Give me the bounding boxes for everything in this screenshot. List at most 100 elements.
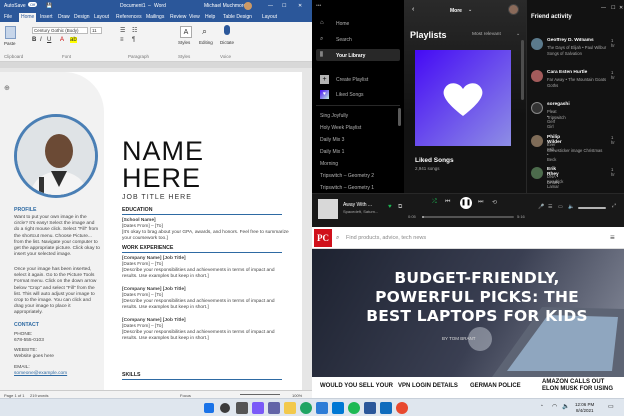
microphone-icon[interactable] — [224, 25, 230, 35]
fullscreen-icon[interactable]: ⤢ — [612, 203, 616, 209]
repeat-icon[interactable]: ⟲ — [492, 199, 497, 206]
friend-name[interactable]: Geoffrey D. Williams — [547, 38, 607, 43]
close-icon[interactable]: ✕ — [298, 3, 302, 9]
next-icon[interactable]: ⏭ — [478, 199, 483, 206]
maximize-icon[interactable]: ☐ — [611, 5, 615, 11]
tab-mailings[interactable]: Mailings — [146, 14, 164, 20]
volume-slider[interactable] — [578, 207, 606, 209]
friend-name[interactable]: Cara Esten Hurtle — [547, 70, 587, 75]
task-view-icon[interactable] — [236, 402, 248, 414]
numbering-icon[interactable]: ☷ — [132, 27, 137, 34]
zoom-slider[interactable] — [240, 394, 280, 395]
playlist-item[interactable]: Holy Week Playlist — [320, 125, 361, 131]
queue-icon[interactable]: ☰ — [548, 204, 552, 210]
tab-table-layout[interactable]: Layout — [262, 14, 277, 20]
underline-button[interactable]: U — [47, 37, 51, 43]
file-explorer-icon[interactable] — [284, 402, 296, 414]
font-name-select[interactable]: Century Gothic (Body) — [32, 27, 88, 34]
previous-icon[interactable]: ⏮ — [445, 199, 450, 206]
wifi-icon[interactable]: ◠ — [552, 403, 557, 410]
liked-songs-link[interactable]: Liked Songs — [336, 92, 364, 98]
tab-view[interactable]: View — [189, 14, 200, 20]
liked-songs-card[interactable] — [415, 50, 511, 146]
tab-layout[interactable]: Layout — [94, 14, 109, 20]
bullets-icon[interactable]: ☰ — [120, 27, 125, 34]
article-byline[interactable]: BY TOM BRANT — [442, 336, 476, 341]
styles-icon[interactable]: A — [180, 26, 192, 38]
tab-table-design[interactable]: Table Design — [223, 14, 252, 20]
tab-review[interactable]: Review — [170, 14, 186, 20]
shuffle-icon[interactable]: ⤮ — [432, 199, 437, 206]
search-icon[interactable] — [220, 403, 230, 413]
tab-references[interactable]: References — [116, 14, 142, 20]
search-icon[interactable]: ⌕ — [320, 36, 323, 43]
lyrics-icon[interactable]: 🎤 — [538, 204, 544, 210]
teaser-link[interactable]: GERMAN POLICE — [470, 383, 521, 389]
playlist-item[interactable]: Tripswitch – Geometry 1 — [320, 185, 374, 191]
align-icon[interactable]: ≡ — [120, 37, 124, 43]
minimize-icon[interactable]: — — [601, 5, 606, 11]
nav-home[interactable]: Home — [336, 21, 349, 27]
playlist-item[interactable]: Tripswitch – Geometry 2 — [320, 173, 374, 179]
font-size-select[interactable]: 11 — [90, 27, 102, 34]
search-icon[interactable]: ⌕ — [336, 235, 339, 242]
chevron-down-icon[interactable]: ⌄ — [468, 7, 472, 13]
track-artist[interactable]: Spacedeft, Saturn... — [343, 209, 378, 214]
progress-track[interactable] — [422, 216, 514, 218]
friend-source[interactable]: DAMN. — [547, 180, 561, 185]
search-icon[interactable]: ⌕ — [202, 26, 207, 37]
styles-button[interactable]: Styles — [178, 40, 190, 45]
user-avatar[interactable] — [244, 2, 252, 10]
friend-track[interactable]: The Days of Elijah • Paul Wilbur — [547, 45, 606, 50]
friend-source[interactable]: Tripswitch — [547, 115, 566, 120]
tab-help[interactable]: Help — [205, 14, 215, 20]
table-move-handle-icon[interactable]: ⊕ — [4, 84, 10, 92]
widgets-icon[interactable] — [252, 402, 264, 414]
friend-track[interactable]: Far Away • The Mountain Goats — [547, 77, 606, 82]
pcmag-logo[interactable]: PC — [314, 229, 332, 247]
track-title[interactable]: Away With ... — [343, 202, 372, 208]
chevron-up-icon[interactable]: ⌃ — [540, 404, 544, 410]
tab-insert[interactable]: Insert — [40, 14, 53, 20]
album-art[interactable] — [318, 199, 338, 219]
word-icon[interactable] — [364, 402, 376, 414]
edge-icon[interactable] — [300, 402, 312, 414]
sidebar-scrollbar[interactable] — [398, 108, 401, 126]
save-icon[interactable]: 💾 — [46, 3, 52, 9]
autosave-toggle[interactable]: Off — [28, 2, 38, 7]
playlist-item[interactable]: Daily Mix 3 — [320, 137, 344, 143]
tab-home[interactable]: Home — [19, 13, 37, 22]
library-icon[interactable]: ⫼ — [320, 52, 323, 59]
clock-time[interactable]: 12:06 PM — [575, 402, 594, 407]
nav-search[interactable]: Search — [336, 37, 352, 43]
start-icon[interactable] — [204, 403, 214, 413]
heart-icon[interactable]: ♥ — [320, 90, 329, 99]
spotify-icon[interactable] — [348, 402, 360, 414]
playlist-item[interactable]: Sing Joyfully — [320, 113, 348, 119]
menu-dots-icon[interactable]: ••• — [316, 3, 321, 9]
playlist-item[interactable]: Morning — [320, 161, 338, 167]
friend-source[interactable]: Goths — [547, 83, 558, 88]
teaser-link[interactable]: VPN LOGIN DETAILS — [398, 383, 458, 389]
bold-button[interactable]: B — [32, 37, 36, 43]
devices-icon[interactable]: ▭ — [558, 204, 563, 210]
create-playlist-button[interactable]: Create Playlist — [336, 77, 368, 83]
teaser-link[interactable]: AMAZON CALLS OUT ELON MUSK FOR USING — [542, 379, 622, 393]
user-avatar[interactable] — [508, 4, 519, 15]
plus-icon[interactable]: + — [320, 75, 329, 84]
email-link[interactable]: someone@example.com — [14, 371, 67, 377]
friend-name[interactable]: soregashi — [547, 102, 570, 107]
paragraph-mark-icon[interactable]: ¶ — [132, 37, 135, 43]
paste-icon[interactable] — [5, 26, 16, 39]
volume-icon[interactable]: 🔈 — [562, 403, 569, 410]
home-icon[interactable]: ⌂ — [320, 20, 324, 26]
italic-button[interactable]: I — [40, 37, 42, 43]
clock-date[interactable]: 8/4/2021 — [576, 408, 594, 413]
dictate-button[interactable]: Dictate — [220, 40, 234, 45]
heart-icon[interactable]: ♥ — [388, 204, 392, 210]
volume-icon[interactable]: 🔈 — [568, 204, 574, 210]
mail-icon[interactable] — [332, 402, 344, 414]
picture-in-picture-icon[interactable]: ⧉ — [398, 204, 402, 211]
notifications-icon[interactable]: ▭ — [608, 403, 614, 410]
pause-button[interactable]: ❚❚ — [460, 197, 472, 209]
